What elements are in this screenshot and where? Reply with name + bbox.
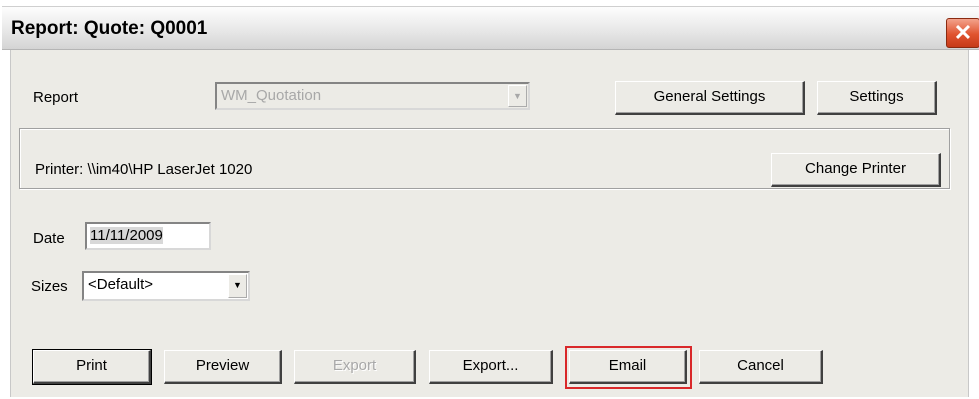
export-dots-label: Export... — [462, 357, 519, 374]
report-select: WM_Quotation ▼ — [215, 82, 530, 110]
general-settings-label: General Settings — [653, 88, 766, 105]
window-title: Report: Quote: Q0001 — [11, 18, 208, 39]
date-field[interactable]: 11/11/2009 — [85, 222, 211, 250]
settings-label: Settings — [849, 88, 904, 105]
email-highlight-box — [565, 346, 692, 389]
close-icon: ✕ — [953, 20, 973, 45]
change-printer-button[interactable]: Change Printer — [771, 153, 941, 187]
preview-button[interactable]: Preview — [164, 350, 282, 384]
report-dialog: Report: Quote: Q0001 ✕ Report WM_Quotati… — [0, 0, 979, 399]
print-button[interactable]: Print — [32, 349, 152, 385]
change-printer-label: Change Printer — [805, 160, 906, 177]
chevron-down-icon: ▼ — [508, 85, 527, 107]
cancel-button[interactable]: Cancel — [699, 350, 823, 384]
cancel-label: Cancel — [737, 357, 784, 374]
export-dots-button[interactable]: Export... — [429, 350, 553, 384]
settings-button[interactable]: Settings — [817, 81, 937, 115]
title-bar[interactable]: Report: Quote: Q0001 ✕ — [2, 6, 979, 50]
date-label: Date — [33, 230, 65, 247]
date-value: 11/11/2009 — [90, 227, 163, 244]
chevron-down-icon[interactable]: ▼ — [228, 274, 247, 298]
sizes-select[interactable]: <Default> ▼ — [82, 271, 250, 301]
sizes-label: Sizes — [31, 278, 68, 295]
printer-text: Printer: \\im40\HP LaserJet 1020 — [35, 161, 253, 178]
report-label: Report — [33, 89, 79, 106]
print-label: Print — [76, 357, 107, 374]
export-disabled-label: Export — [332, 357, 377, 374]
general-settings-button[interactable]: General Settings — [615, 81, 805, 115]
export-button-disabled: Export — [294, 350, 416, 384]
close-button[interactable]: ✕ — [946, 18, 979, 48]
preview-label: Preview — [195, 357, 250, 374]
report-select-value: WM_Quotation — [221, 87, 322, 104]
sizes-select-value: <Default> — [88, 276, 154, 293]
